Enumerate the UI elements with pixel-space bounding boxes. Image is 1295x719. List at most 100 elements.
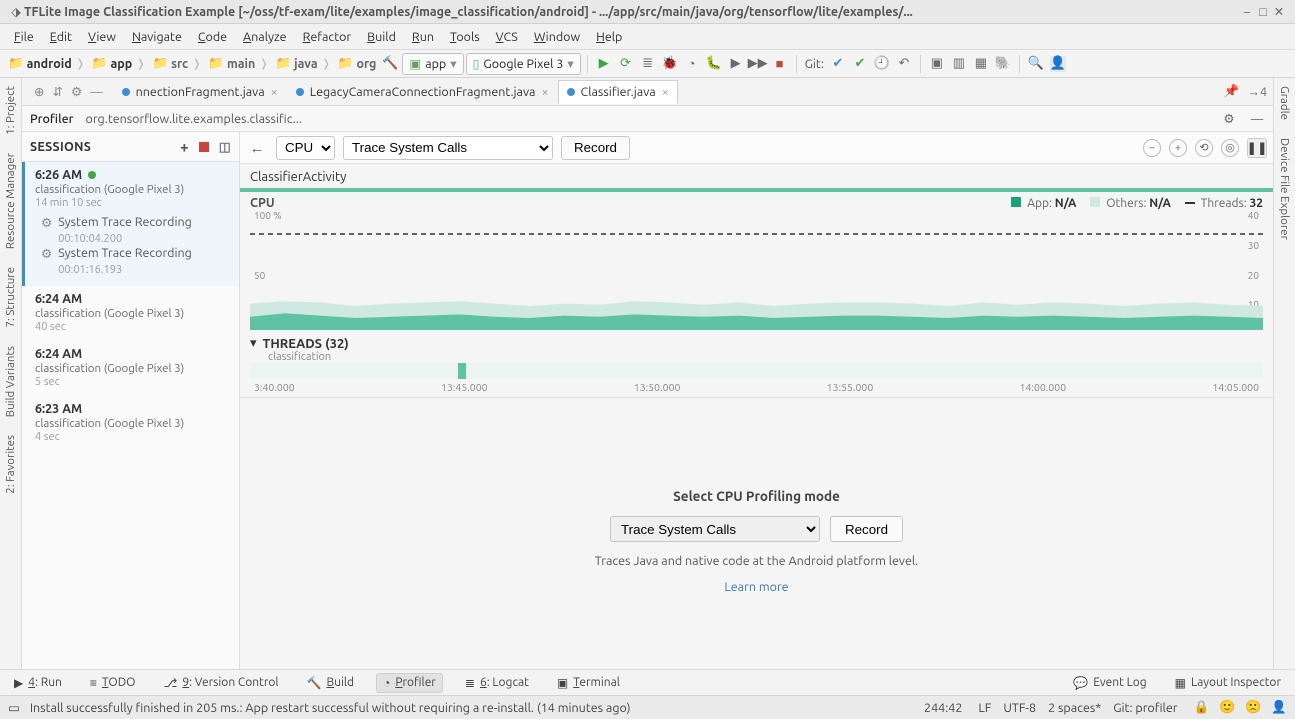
gutter-tab-device-file-explorer[interactable]: Device File Explorer [1278,136,1291,242]
stop-session-icon[interactable] [199,142,209,152]
session-item[interactable]: 6:24 AMclassification (Google Pixel 3)40… [22,286,239,341]
window-close-icon[interactable]: ✕ [1271,4,1287,19]
zoom-out-icon[interactable]: − [1143,139,1161,157]
tab-overflow-label[interactable]: →4 [1247,85,1273,99]
mode-record-button[interactable]: Record [830,516,903,542]
zoom-in-icon[interactable]: + [1169,139,1187,157]
breadcrumb-item[interactable]: 📁android [4,56,88,71]
menu-tools[interactable]: Tools [444,28,486,46]
bottom-tab-profiler[interactable]: ◔Profiler [376,673,443,693]
menu-edit[interactable]: Edit [44,28,78,46]
apply-code-icon[interactable]: ≣ [640,56,656,72]
pinned-tab-icon[interactable]: 📌 [1218,84,1246,99]
sdk-manager-icon[interactable]: ▥ [951,56,967,72]
editor-tab[interactable]: Classifier.java× [558,80,678,104]
trace-mode-select[interactable]: Trace System Calls [343,136,553,160]
menu-navigate[interactable]: Navigate [126,28,188,46]
status-chip[interactable]: 2 spaces* [1042,701,1107,715]
zoom-sel-icon[interactable]: ◎ [1221,139,1239,157]
sessions-list[interactable]: 6:26 AMclassification (Google Pixel 3)14… [22,162,239,669]
status-chip[interactable]: Git: profiler [1107,701,1183,715]
close-icon[interactable]: × [541,85,548,99]
smile-icon[interactable]: 🙂 [1219,700,1235,715]
user-icon[interactable]: 👤 [1050,56,1066,72]
git-update-icon[interactable]: ✔ [830,56,846,72]
gutter-tab-1-project[interactable]: 1: Project [4,84,17,137]
bottom-tab-logcat[interactable]: ≣6: Logcat [459,674,535,692]
close-icon[interactable]: × [662,85,669,99]
session-item[interactable]: 6:24 AMclassification (Google Pixel 3)5 … [22,341,239,396]
status-icon[interactable]: ▭ [8,700,20,715]
menu-refactor[interactable]: Refactor [297,28,358,46]
hide-icon[interactable]: — [90,85,102,99]
lock-icon[interactable]: 🔒 [1193,700,1209,715]
avd-manager-icon[interactable]: ▣ [929,56,945,72]
menu-analyze[interactable]: Analyze [237,28,293,46]
minimize-icon[interactable]: — [1249,112,1265,126]
breadcrumb-item[interactable]: 📁app [88,56,149,71]
menu-build[interactable]: Build [361,28,402,46]
target-icon[interactable]: ⊕ [34,84,44,99]
recording-item[interactable]: ⚙System Trace Recording00:10:04.200 [41,215,229,246]
git-rollback-icon[interactable]: ↶ [896,56,912,72]
status-chip[interactable]: LF [972,701,997,715]
gutter-tab-7-structure[interactable]: 7: Structure [4,265,17,330]
gear-icon[interactable]: ⚙ [71,84,82,99]
pause-icon[interactable]: ❚❚ [1247,138,1267,158]
menu-view[interactable]: View [82,28,122,46]
menu-run[interactable]: Run [406,28,440,46]
gutter-tab-2-favorites[interactable]: 2: Favorites [4,433,17,496]
git-history-icon[interactable]: 🕘 [874,56,890,72]
record-button[interactable]: Record [561,136,630,160]
hammer-icon[interactable]: 🔨 [382,56,398,72]
coverage-icon[interactable]: ▶ [728,56,744,72]
run-icon[interactable]: ▶ [596,56,612,72]
menu-vcs[interactable]: VCS [490,28,524,46]
attach-debugger-icon[interactable]: 🐛 [706,56,722,72]
close-icon[interactable]: × [271,85,278,99]
bottom-tab-build[interactable]: 🔨Build [301,674,361,692]
bottom-tab-todo[interactable]: ≡TODO [84,674,142,692]
collapse-icon[interactable]: ⇵ [52,84,62,99]
run-anything-icon[interactable]: ▶▶ [750,56,766,72]
profile-icon[interactable]: ◔ [684,56,700,72]
gutter-tab-build-variants[interactable]: Build Variants [4,344,17,419]
bottom-tab-run[interactable]: ▶4: Run [8,674,68,692]
metric-select[interactable]: CPU [276,136,335,160]
recording-item[interactable]: ⚙System Trace Recording00:01:16.193 [41,246,229,277]
bottom-tab-layout-inspector[interactable]: ▦Layout Inspector [1169,674,1287,692]
add-session-icon[interactable]: + [180,138,189,155]
breadcrumb-item[interactable]: 📁main [204,56,271,71]
session-item[interactable]: 6:26 AMclassification (Google Pixel 3)14… [22,162,239,286]
frown-icon[interactable]: 🙁 [1245,700,1261,715]
breadcrumb-item[interactable]: 📁src [148,56,204,71]
status-chip[interactable]: UTF-8 [997,701,1042,715]
learn-more-link[interactable]: Learn more [724,580,788,594]
mode-select[interactable]: Trace System Calls [610,516,820,542]
process-name[interactable]: org.tensorflow.lite.examples.classific..… [86,112,302,126]
window-maximize-icon[interactable]: □ [1255,5,1271,19]
gear-icon[interactable]: ⚙ [1221,111,1237,126]
menu-file[interactable]: File [8,28,40,46]
zoom-reset-icon[interactable]: ⟲ [1195,139,1213,157]
device-selector[interactable]: ▯ Google Pixel 3 ▾ [466,53,581,75]
apply-changes-icon[interactable]: ⟳ [618,56,634,72]
git-commit-icon[interactable]: ✔ [852,56,868,72]
window-minimize-icon[interactable]: – [1239,5,1255,19]
resource-manager-icon[interactable]: ▦ [973,56,989,72]
breadcrumb-item[interactable]: 📁org [334,56,379,71]
gutter-tab-resource-manager[interactable]: Resource Manager [4,151,17,251]
cpu-chart[interactable]: 100 % 50 40 30 20 10 [250,210,1263,330]
menu-window[interactable]: Window [528,28,586,46]
bottom-tab-vcs[interactable]: ⎇9: Version Control [158,674,285,692]
back-button[interactable]: ← [246,139,268,157]
editor-tab[interactable]: nnectionFragment.java× [113,80,287,104]
editor-tab[interactable]: LegacyCameraConnectionFragment.java× [287,80,558,104]
layout-icon[interactable]: ◫ [219,139,231,154]
threads-strip[interactable] [250,363,1263,379]
sync-gradle-icon[interactable]: 🐘 [995,56,1011,72]
bottom-tab-event-log[interactable]: 💬Event Log [1067,674,1152,692]
stop-icon[interactable]: ■ [772,56,788,72]
run-config-selector[interactable]: ▣ app ▾ [402,53,463,75]
gutter-tab-gradle[interactable]: Gradle [1278,84,1291,122]
